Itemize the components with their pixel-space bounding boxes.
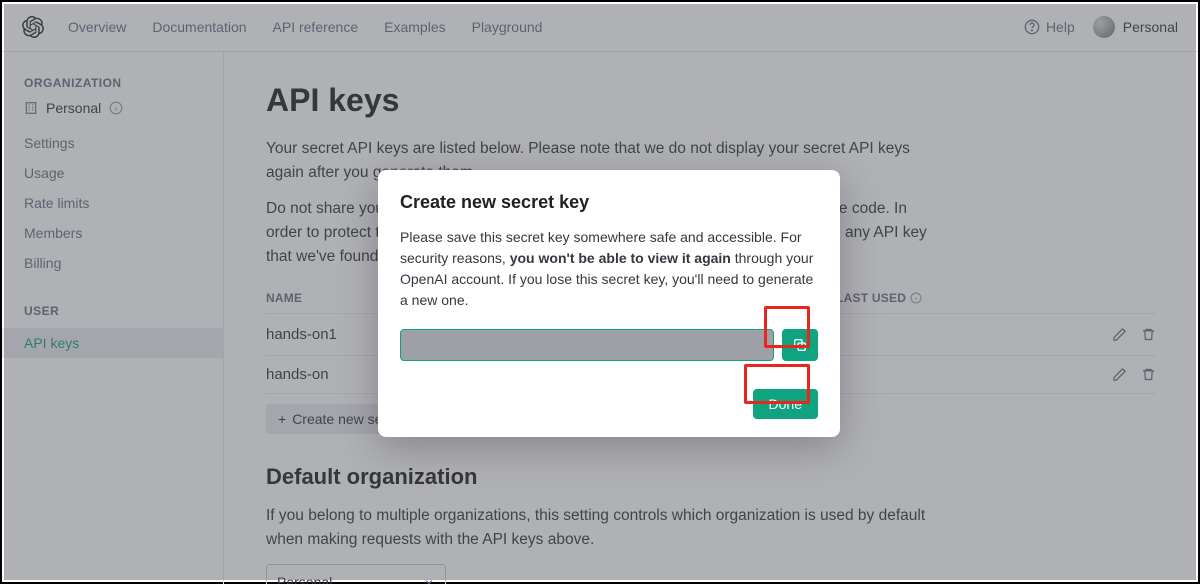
modal-description: Please save this secret key somewhere sa… [400,227,818,311]
copy-icon [792,337,808,353]
copy-key-button[interactable] [782,329,818,361]
create-key-modal: Create new secret key Please save this s… [378,170,840,437]
secret-key-field[interactable] [400,329,774,361]
modal-title: Create new secret key [400,192,818,213]
done-button[interactable]: Done [753,389,818,419]
